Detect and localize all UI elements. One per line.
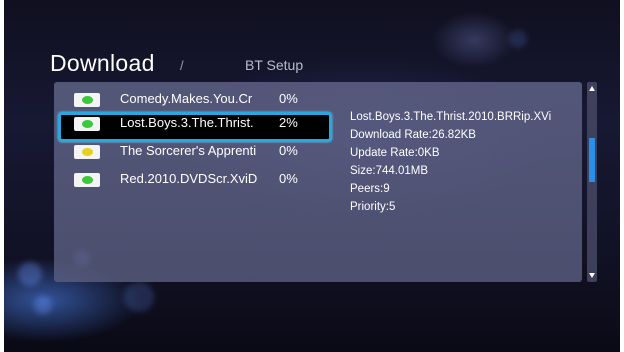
background-bokeh [18, 262, 42, 286]
download-details: Lost.Boys.3.The.Thrist.2010.BRRip.XVi Do… [350, 108, 551, 216]
download-name: Comedy.Makes.You.Cr [120, 91, 253, 106]
detail-update-rate: Update Rate:0KB [350, 147, 440, 159]
download-item-selected[interactable]: Lost.Boys.3.The.Thrist. 2% [58, 112, 332, 142]
status-led-icon [74, 93, 100, 107]
bt-setup-link[interactable]: BT Setup [245, 57, 303, 73]
tv-screen: Download / BT Setup Comedy.Makes.You.Cr … [4, 0, 620, 352]
download-item[interactable]: The Sorcerer's Apprenti 0% [68, 140, 330, 164]
download-panel: Comedy.Makes.You.Cr 0% Lost.Boys.3.The.T… [54, 82, 582, 282]
triangle-down-icon[interactable] [589, 273, 595, 278]
download-item[interactable]: Red.2010.DVDScr.XviD 0% [68, 168, 330, 192]
detail-filename: Lost.Boys.3.The.Thrist.2010.BRRip.XVi [350, 111, 552, 123]
detail-download-rate: Download Rate:26.82KB [350, 129, 476, 141]
download-name: Lost.Boys.3.The.Thrist. [120, 115, 254, 130]
background-bokeh [509, 30, 527, 48]
download-percent: 0% [279, 91, 298, 106]
status-dot [82, 148, 93, 156]
status-dot [82, 96, 93, 104]
status-dot [82, 120, 93, 128]
status-led-icon [74, 117, 100, 131]
background-bokeh [124, 282, 154, 312]
scrollbar[interactable] [587, 82, 597, 282]
download-percent: 0% [279, 143, 298, 158]
status-led-icon [74, 145, 100, 159]
status-dot [82, 176, 93, 184]
detail-size: Size:744.01MB [350, 165, 428, 177]
breadcrumb-separator: / [180, 58, 184, 73]
download-percent: 0% [279, 171, 298, 186]
scroll-thumb[interactable] [589, 138, 595, 182]
page-title: Download [50, 50, 155, 76]
download-item[interactable]: Comedy.Makes.You.Cr 0% [68, 88, 330, 112]
background-bokeh [34, 296, 52, 314]
triangle-up-icon[interactable] [589, 86, 595, 91]
detail-peers: Peers:9 [350, 183, 390, 195]
download-name: Red.2010.DVDScr.XviD [120, 171, 258, 186]
download-percent: 2% [279, 115, 298, 130]
detail-priority: Priority:5 [350, 201, 396, 213]
download-name: The Sorcerer's Apprenti [120, 143, 257, 158]
status-led-icon [74, 173, 100, 187]
